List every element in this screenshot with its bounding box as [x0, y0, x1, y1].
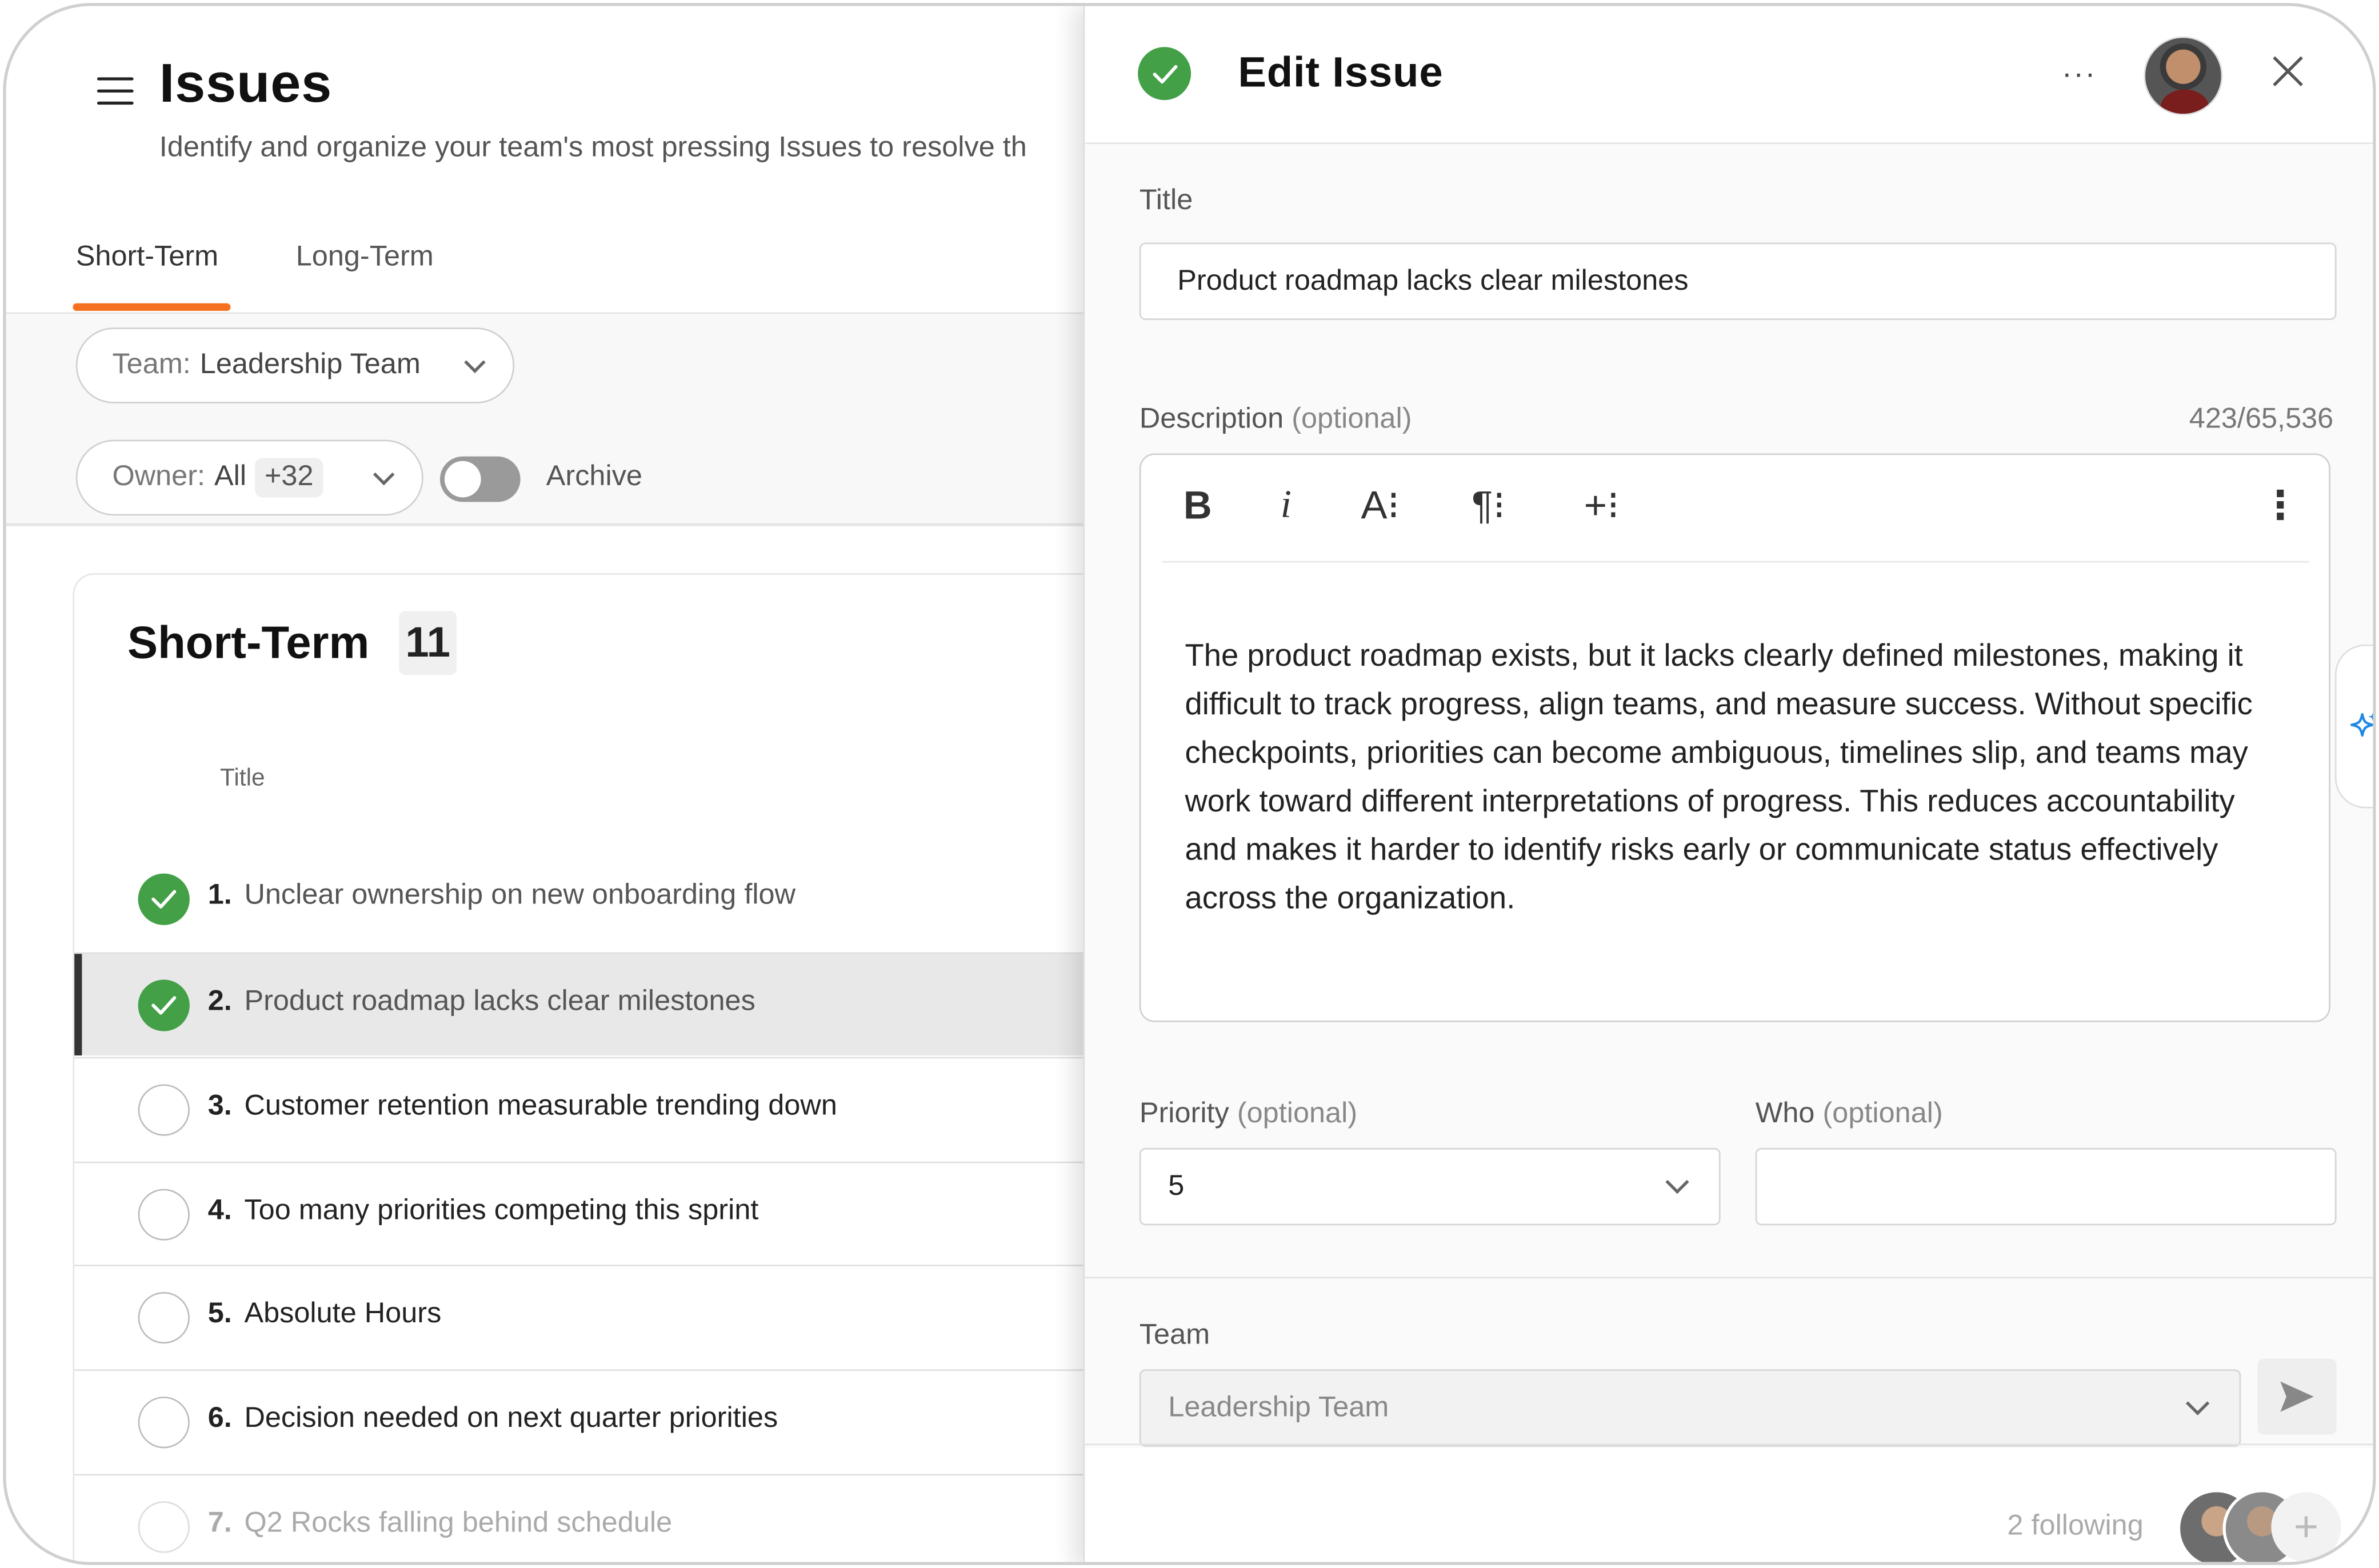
- sparkle-icon: [2350, 713, 2373, 737]
- description-text[interactable]: The product roadmap exists, but it lacks…: [1185, 633, 2277, 924]
- issue-number: 1.: [207, 879, 232, 911]
- divider: [1085, 1443, 2373, 1446]
- optional-hint: (optional): [1237, 1098, 1358, 1130]
- more-icon[interactable]: ···: [2062, 59, 2097, 89]
- count-badge: 11: [399, 611, 457, 675]
- owner-filter-dropdown[interactable]: Owner: All +32: [75, 439, 423, 516]
- toggle-knob: [444, 461, 481, 498]
- following-count[interactable]: 2 following: [2007, 1510, 2143, 1543]
- team-select[interactable]: Leadership Team: [1139, 1369, 2241, 1447]
- description-counter: 423/65,536: [2189, 403, 2334, 435]
- list-title: Short-Term: [127, 618, 370, 669]
- issue-title: Product roadmap lacks clear milestones: [244, 985, 755, 1018]
- insert-menu-button[interactable]: +⁝: [1584, 482, 1620, 529]
- status-circle-icon[interactable]: [138, 1501, 190, 1553]
- who-input[interactable]: [1755, 1147, 2337, 1226]
- divider: [1085, 1277, 2373, 1279]
- priority-label-text: Priority: [1139, 1098, 1229, 1130]
- archive-label: Archive: [546, 461, 642, 493]
- archive-toggle[interactable]: [439, 456, 521, 502]
- team-value: Leadership Team: [1168, 1391, 1389, 1423]
- issue-row[interactable]: 5. Absolute Hours: [74, 1265, 1086, 1367]
- paragraph-menu-button[interactable]: ¶⁝: [1472, 482, 1505, 529]
- issue-row[interactable]: 3. Customer retention measurable trendin…: [74, 1057, 1086, 1160]
- issue-number: 6.: [207, 1402, 232, 1435]
- tab-long-term[interactable]: Long-Term: [296, 241, 434, 274]
- issue-title: Unclear ownership on new onboarding flow: [244, 879, 796, 911]
- issues-page: Issues Identify and organize your team's…: [6, 6, 1086, 1562]
- check-icon[interactable]: [138, 873, 190, 925]
- issue-title: Q2 Rocks falling behind schedule: [244, 1507, 673, 1539]
- status-circle-icon[interactable]: [138, 1397, 190, 1449]
- issue-number: 3.: [207, 1090, 232, 1122]
- description-editor[interactable]: B i A⁝ ¶⁝ +⁝ ⋮ The product roadmap exist…: [1139, 453, 2330, 1022]
- page-subtitle: Identify and organize your team's most p…: [159, 131, 1027, 164]
- plus-icon[interactable]: +: [2271, 1492, 2341, 1562]
- font-menu-button[interactable]: A⁝: [1361, 482, 1400, 529]
- issue-title: Customer retention measurable trending d…: [244, 1090, 837, 1122]
- owner-filter-value: All: [214, 461, 247, 493]
- ai-assistant-tab[interactable]: [2334, 644, 2373, 809]
- close-icon[interactable]: [2268, 51, 2308, 91]
- issue-row[interactable]: 4. Too many priorities competing this sp…: [74, 1161, 1086, 1265]
- send-icon: [2280, 1381, 2314, 1412]
- send-button[interactable]: [2257, 1358, 2337, 1435]
- chevron-down-icon: [2185, 1391, 2210, 1415]
- optional-hint: (optional): [1292, 403, 1412, 435]
- owner-more-badge: +32: [255, 458, 323, 498]
- chevron-down-icon: [1665, 1170, 1689, 1194]
- italic-button[interactable]: i: [1281, 482, 1292, 528]
- issue-row-selected[interactable]: 2. Product roadmap lacks clear milestone…: [74, 952, 1086, 1056]
- team-label: Team: [1139, 1319, 1210, 1351]
- issue-row[interactable]: 1. Unclear ownership on new onboarding f…: [74, 847, 1086, 950]
- active-tab-indicator: [73, 303, 231, 311]
- issue-title: Absolute Hours: [244, 1298, 442, 1330]
- title-label: Title: [1139, 185, 1193, 217]
- panel-title: Edit Issue: [1238, 48, 1444, 96]
- chevron-down-icon: [373, 463, 395, 486]
- column-header-title[interactable]: Title: [220, 766, 265, 793]
- priority-select[interactable]: 5: [1139, 1147, 1721, 1226]
- tab-short-term[interactable]: Short-Term: [76, 241, 218, 274]
- status-circle-icon[interactable]: [138, 1084, 190, 1136]
- issue-row[interactable]: 6. Decision needed on next quarter prior…: [74, 1369, 1086, 1472]
- issue-title: Decision needed on next quarter prioriti…: [244, 1402, 778, 1435]
- description-label-text: Description: [1139, 403, 1284, 435]
- who-label-text: Who: [1755, 1098, 1815, 1130]
- team-filter-value: Leadership Team: [199, 349, 421, 381]
- issue-number: 4.: [207, 1195, 232, 1227]
- issue-number: 7.: [207, 1507, 232, 1539]
- chevron-down-icon: [464, 351, 486, 374]
- team-filter-dropdown[interactable]: Team: Leadership Team: [75, 327, 515, 403]
- check-icon[interactable]: [1138, 47, 1192, 101]
- team-filter-key: Team:: [112, 349, 191, 381]
- more-icon[interactable]: ⋮: [2261, 482, 2300, 529]
- status-circle-icon[interactable]: [138, 1189, 190, 1241]
- bold-button[interactable]: B: [1183, 482, 1212, 529]
- issue-row[interactable]: 7. Q2 Rocks falling behind schedule: [74, 1474, 1086, 1562]
- menu-icon[interactable]: [94, 73, 137, 109]
- optional-hint: (optional): [1822, 1098, 1943, 1130]
- check-icon[interactable]: [138, 979, 190, 1031]
- status-circle-icon[interactable]: [138, 1292, 190, 1344]
- edit-issue-panel: Edit Issue ··· Title Product roadmap lac…: [1083, 6, 2373, 1562]
- issues-list-card: Short-Term 11 Title 1. Unclear ownership…: [73, 573, 1086, 1562]
- page-title: Issues: [159, 51, 333, 114]
- priority-label: Priority (optional): [1139, 1098, 1357, 1131]
- description-label: Description (optional): [1139, 403, 1412, 437]
- owner-filter-key: Owner:: [112, 461, 206, 493]
- divider: [6, 523, 1086, 526]
- avatar[interactable]: [2144, 36, 2223, 115]
- divider: [1162, 561, 2309, 563]
- app-window: Issues Identify and organize your team's…: [3, 3, 2376, 1565]
- issue-number: 5.: [207, 1298, 232, 1330]
- title-input[interactable]: Product roadmap lacks clear milestones: [1139, 242, 2337, 320]
- priority-value: 5: [1168, 1170, 1185, 1202]
- who-label: Who (optional): [1756, 1098, 1943, 1131]
- issue-title: Too many priorities competing this sprin…: [244, 1195, 759, 1227]
- issue-number: 2.: [207, 985, 232, 1018]
